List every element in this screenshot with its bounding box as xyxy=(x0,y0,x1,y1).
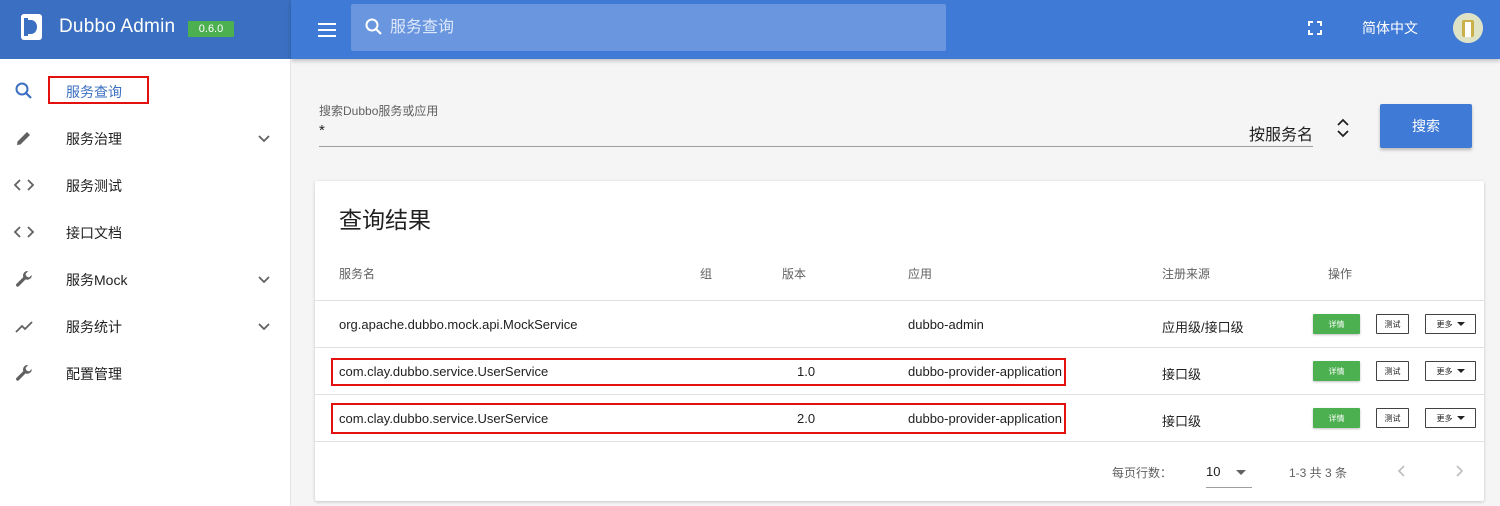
sidebar-item-service-search[interactable]: 服务查询 xyxy=(0,67,290,114)
more-dropdown-button[interactable]: 更多 xyxy=(1425,314,1476,334)
rows-per-page-label: 每页行数： xyxy=(1112,466,1173,480)
detail-button[interactable]: 详情 xyxy=(1313,408,1360,428)
caret-down-icon xyxy=(1456,322,1465,326)
more-label: 更多 xyxy=(1436,413,1453,423)
dubbo-logo-icon xyxy=(21,14,42,40)
column-header: 操作 xyxy=(1328,267,1353,281)
service-name-cell: com.clay.dubbo.service.UserService xyxy=(339,411,549,426)
menu-toggle-button[interactable] xyxy=(311,16,343,44)
caret-down-icon xyxy=(1456,416,1465,420)
sidebar-item-label: 服务查询 xyxy=(66,84,122,100)
hamburger-icon xyxy=(318,23,336,37)
app-title: Dubbo Admin xyxy=(59,16,176,37)
detail-button[interactable]: 详情 xyxy=(1313,314,1360,334)
sidebar-item-service-governance[interactable]: 服务治理 xyxy=(0,114,290,161)
service-name-cell: com.clay.dubbo.service.UserService xyxy=(339,364,549,379)
pagination-range: 1-3 共 3 条 xyxy=(1289,466,1348,480)
chevron-down-icon xyxy=(258,276,270,284)
sidebar-item-label: 服务统计 xyxy=(66,319,122,335)
results-title: 查询结果 xyxy=(339,207,431,233)
chevron-left-icon[interactable] xyxy=(1392,461,1412,481)
chevron-right-icon[interactable] xyxy=(1449,461,1469,481)
sidebar-item-label: 服务测试 xyxy=(66,178,122,194)
app-cell: dubbo-admin xyxy=(908,317,984,332)
sidebar-item-api-docs[interactable]: 接口文档 xyxy=(0,208,290,255)
wrench-icon xyxy=(13,362,35,384)
wrench-icon xyxy=(13,268,35,290)
language-switcher[interactable]: 简体中文 xyxy=(1362,18,1418,38)
test-button[interactable]: 测试 xyxy=(1376,408,1409,428)
version-cell: 1.0 xyxy=(797,364,816,379)
sidebar-item-label: 服务Mock xyxy=(66,272,128,288)
search-icon xyxy=(13,80,35,102)
service-name-cell: org.apache.dubbo.mock.api.MockService xyxy=(339,317,578,332)
app-bar: 简体中文 xyxy=(291,0,1500,59)
column-header[interactable]: 应用 xyxy=(908,265,932,282)
search-field[interactable]: * 按服务名 xyxy=(319,118,1313,147)
sidebar-item-label: 接口文档 xyxy=(66,225,122,241)
global-search-input[interactable] xyxy=(390,4,930,51)
detail-button[interactable]: 详情 xyxy=(1313,361,1360,381)
more-label: 更多 xyxy=(1436,319,1453,329)
code-icon xyxy=(13,221,35,243)
app-cell: dubbo-provider-application xyxy=(908,411,1062,426)
caret-down-icon xyxy=(1456,369,1465,373)
search-button[interactable]: 搜索 xyxy=(1380,104,1472,148)
chevron-down-icon xyxy=(258,323,270,331)
trending-up-icon xyxy=(13,315,35,337)
sidebar-item-service-stats[interactable]: 服务统计 xyxy=(0,302,290,349)
source-cell: 接口级 xyxy=(1162,367,1202,382)
more-label: 更多 xyxy=(1436,366,1453,376)
global-search-box xyxy=(351,4,946,51)
search-field-label: 搜索Dubbo服务或应用 xyxy=(319,104,439,118)
version-cell: 2.0 xyxy=(797,411,816,426)
more-dropdown-button[interactable]: 更多 xyxy=(1425,361,1476,381)
search-icon xyxy=(365,18,382,35)
more-dropdown-button[interactable]: 更多 xyxy=(1425,408,1476,428)
avatar-icon xyxy=(1453,13,1483,43)
app-cell: dubbo-provider-application xyxy=(908,364,1062,379)
column-header[interactable]: 服务名 xyxy=(339,265,375,282)
code-icon xyxy=(13,174,35,196)
test-button[interactable]: 测试 xyxy=(1376,361,1409,381)
sidebar-item-label: 配置管理 xyxy=(66,366,122,382)
sidebar-item-label: 服务治理 xyxy=(66,131,122,147)
sidebar-item-service-test[interactable]: 服务测试 xyxy=(0,161,290,208)
unfold-icon[interactable] xyxy=(1334,116,1352,140)
column-header[interactable]: 组 xyxy=(700,265,712,282)
rows-per-page-select[interactable]: 10 xyxy=(1206,458,1252,488)
version-badge: 0.6.0 xyxy=(188,21,234,37)
test-button[interactable]: 测试 xyxy=(1376,314,1409,334)
brand-bar: Dubbo Admin 0.6.0 xyxy=(0,0,291,59)
column-header[interactable]: 版本 xyxy=(782,265,806,282)
pencil-icon xyxy=(13,127,35,149)
table-row: org.apache.dubbo.mock.api.MockService du… xyxy=(315,301,1484,348)
search-field-value: * xyxy=(319,122,325,139)
rows-per-page-value: 10 xyxy=(1206,464,1221,479)
caret-down-icon xyxy=(1236,470,1246,475)
results-card: 查询结果 服务名 组 版本 应用 注册来源 操作 org.apache.dubb… xyxy=(315,181,1484,501)
sidebar-item-service-mock[interactable]: 服务Mock xyxy=(0,255,290,302)
user-avatar[interactable] xyxy=(1453,13,1483,43)
table-row: com.clay.dubbo.service.UserService 1.0 d… xyxy=(315,348,1484,395)
sidebar-item-config-management[interactable]: 配置管理 xyxy=(0,349,290,396)
chevron-down-icon xyxy=(258,135,270,143)
fullscreen-icon[interactable] xyxy=(1305,18,1325,38)
sidebar: 服务查询 服务治理 服务测试 接口文档 服务Mock 服务统计 配置管理 xyxy=(0,59,291,506)
search-mode-select[interactable]: 按服务名 xyxy=(1249,121,1313,145)
source-cell: 应用级/接口级 xyxy=(1162,320,1244,335)
source-cell: 接口级 xyxy=(1162,414,1202,429)
column-header[interactable]: 注册来源 xyxy=(1162,265,1210,282)
table-row: com.clay.dubbo.service.UserService 2.0 d… xyxy=(315,395,1484,442)
